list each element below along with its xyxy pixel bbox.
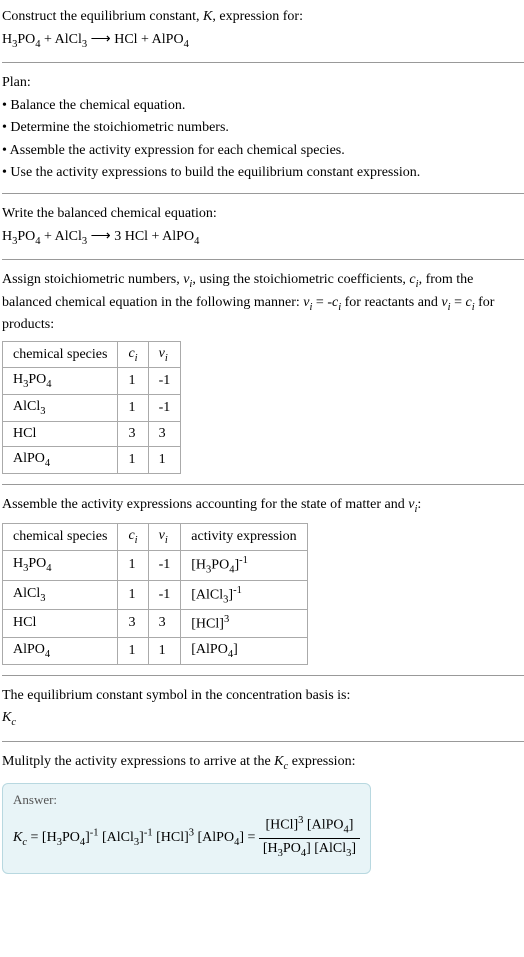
kc-denominator: [H3PO4] [AlCl3] [259, 839, 360, 861]
balanced-title: Write the balanced chemical equation: [2, 204, 524, 224]
plan-title: Plan: [2, 73, 524, 93]
cell-species: HCl [3, 610, 118, 638]
cell-species: H3PO4 [3, 368, 118, 395]
cell-species: AlPO4 [3, 447, 118, 474]
cell-activity: [AlPO4] [181, 637, 307, 664]
cell-species: AlCl3 [3, 395, 118, 422]
col-header: ci [118, 341, 148, 368]
cell-ci: 1 [118, 551, 148, 580]
plan-item: • Balance the chemical equation. [2, 96, 524, 116]
cell-activity: [HCl]3 [181, 610, 307, 638]
unbalanced-equation: H3PO4 + AlCl3 ⟶ HCl + AlPO4 [2, 30, 524, 52]
cell-species: AlCl3 [3, 580, 118, 609]
cell-ci: 1 [118, 368, 148, 395]
plan-item: • Use the activity expressions to build … [2, 163, 524, 183]
symbol-intro: The equilibrium constant symbol in the c… [2, 686, 524, 706]
table-row: H3PO4 1 -1 [H3PO4]-1 [3, 551, 308, 580]
balanced-equation: H3PO4 + AlCl3 ⟶ 3 HCl + AlPO4 [2, 227, 524, 249]
col-header: ci [118, 524, 148, 551]
cell-nui: 1 [148, 447, 181, 474]
answer-label: Answer: [13, 792, 360, 808]
col-header: νi [148, 524, 181, 551]
plan-item: • Assemble the activity expression for e… [2, 141, 524, 161]
kc-lhs: Kc = [H3PO4]-1 [AlCl3]-1 [HCl]3 [AlPO4] … [13, 830, 259, 845]
cell-activity: [H3PO4]-1 [181, 551, 307, 580]
cell-ci: 3 [118, 610, 148, 638]
cell-ci: 1 [118, 447, 148, 474]
cell-ci: 1 [118, 395, 148, 422]
prompt-title: Construct the equilibrium constant, K, e… [2, 7, 524, 27]
divider [2, 741, 524, 742]
stoich-table: chemical species ci νi H3PO4 1 -1 AlCl3 … [2, 341, 181, 474]
table-row: AlCl3 1 -1 [3, 395, 181, 422]
symbol-kc: Kc [2, 708, 524, 730]
answer-box: Answer: Kc = [H3PO4]-1 [AlCl3]-1 [HCl]3 … [2, 783, 371, 874]
cell-species: H3PO4 [3, 551, 118, 580]
cell-nui: -1 [148, 551, 181, 580]
plan-item: • Determine the stoichiometric numbers. [2, 118, 524, 138]
cell-nui: -1 [148, 580, 181, 609]
cell-nui: -1 [148, 368, 181, 395]
divider [2, 675, 524, 676]
kc-fraction: [HCl]3 [AlPO4] [H3PO4] [AlCl3] [259, 814, 360, 862]
table-row: AlPO4 1 1 [3, 447, 181, 474]
col-header: activity expression [181, 524, 307, 551]
kc-numerator: [HCl]3 [AlPO4] [259, 814, 360, 839]
table-row: AlPO4 1 1 [AlPO4] [3, 637, 308, 664]
col-header: chemical species [3, 524, 118, 551]
kc-expression: Kc = [H3PO4]-1 [AlCl3]-1 [HCl]3 [AlPO4] … [13, 814, 360, 862]
activity-table: chemical species ci νi activity expressi… [2, 523, 308, 664]
divider [2, 62, 524, 63]
cell-nui: 1 [148, 637, 181, 664]
table-row: AlCl3 1 -1 [AlCl3]-1 [3, 580, 308, 609]
divider [2, 484, 524, 485]
cell-nui: 3 [148, 422, 181, 447]
activity-intro: Assemble the activity expressions accoun… [2, 495, 524, 517]
table-row: HCl 3 3 [3, 422, 181, 447]
divider [2, 259, 524, 260]
cell-nui: 3 [148, 610, 181, 638]
table-header-row: chemical species ci νi [3, 341, 181, 368]
table-header-row: chemical species ci νi activity expressi… [3, 524, 308, 551]
cell-ci: 3 [118, 422, 148, 447]
cell-species: HCl [3, 422, 118, 447]
cell-nui: -1 [148, 395, 181, 422]
cell-activity: [AlCl3]-1 [181, 580, 307, 609]
col-header: chemical species [3, 341, 118, 368]
cell-ci: 1 [118, 637, 148, 664]
multiply-intro: Mulitply the activity expressions to arr… [2, 752, 524, 774]
divider [2, 193, 524, 194]
table-row: HCl 3 3 [HCl]3 [3, 610, 308, 638]
cell-ci: 1 [118, 580, 148, 609]
cell-species: AlPO4 [3, 637, 118, 664]
col-header: νi [148, 341, 181, 368]
stoich-intro: Assign stoichiometric numbers, νi, using… [2, 270, 524, 335]
table-row: H3PO4 1 -1 [3, 368, 181, 395]
